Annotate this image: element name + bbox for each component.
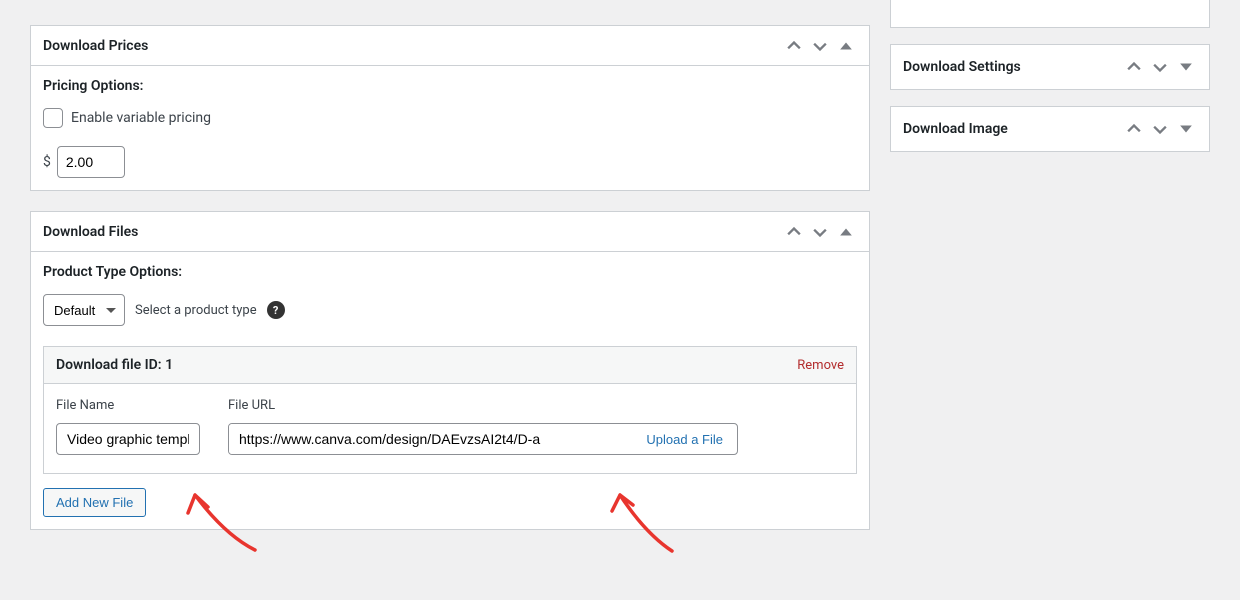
product-type-label: Product Type Options: (43, 264, 857, 280)
download-files-header: Download Files (31, 212, 869, 252)
move-up-icon[interactable] (1127, 122, 1145, 136)
move-down-icon[interactable] (1153, 122, 1171, 136)
move-up-icon[interactable] (1127, 60, 1145, 74)
panel-header-actions (1127, 122, 1197, 136)
annotation-arrow (180, 485, 270, 565)
sidebar-spacer (890, 0, 1210, 28)
move-up-icon[interactable] (787, 39, 805, 53)
toggle-panel-icon[interactable] (839, 225, 857, 239)
download-image-title: Download Image (903, 121, 1008, 137)
product-type-select[interactable]: Default (43, 294, 125, 326)
price-input[interactable] (57, 146, 125, 178)
download-files-title: Download Files (43, 224, 138, 240)
enable-variable-pricing-label: Enable variable pricing (71, 110, 211, 126)
move-down-icon[interactable] (813, 39, 831, 53)
download-prices-title: Download Prices (43, 38, 148, 54)
annotation-arrow (600, 485, 690, 565)
file-name-label: File Name (56, 398, 200, 413)
add-new-file-button[interactable]: Add New File (43, 488, 146, 517)
pricing-options-label: Pricing Options: (43, 78, 857, 94)
upload-file-button[interactable]: Upload a File (632, 424, 737, 454)
download-settings-title: Download Settings (903, 59, 1021, 75)
file-url-group: Upload a File (228, 423, 738, 455)
panel-header-actions (787, 39, 857, 53)
file-url-label: File URL (228, 398, 738, 413)
currency-symbol: $ (43, 154, 51, 170)
download-settings-panel: Download Settings (890, 44, 1210, 90)
toggle-panel-icon[interactable] (1179, 122, 1197, 136)
download-prices-header: Download Prices (31, 26, 869, 66)
enable-variable-pricing-checkbox[interactable] (43, 108, 63, 128)
move-down-icon[interactable] (813, 225, 831, 239)
help-icon[interactable]: ? (267, 301, 285, 319)
product-type-desc: Select a product type (135, 303, 257, 318)
toggle-panel-icon[interactable] (1179, 60, 1197, 74)
download-files-panel: Download Files Product Type Options: Def… (30, 211, 870, 530)
panel-header-actions (1127, 60, 1197, 74)
download-prices-panel: Download Prices Pricing Options: Enable … (30, 25, 870, 191)
panel-header-actions (787, 225, 857, 239)
download-file-block: Download file ID: 1 Remove File Name Fil… (43, 346, 857, 474)
move-up-icon[interactable] (787, 225, 805, 239)
download-image-panel: Download Image (890, 106, 1210, 152)
download-file-id-label: Download file ID: 1 (56, 357, 173, 373)
remove-file-link[interactable]: Remove (797, 358, 844, 373)
toggle-panel-icon[interactable] (839, 39, 857, 53)
move-down-icon[interactable] (1153, 60, 1171, 74)
file-name-input[interactable] (56, 423, 200, 455)
file-url-input[interactable] (229, 424, 632, 454)
